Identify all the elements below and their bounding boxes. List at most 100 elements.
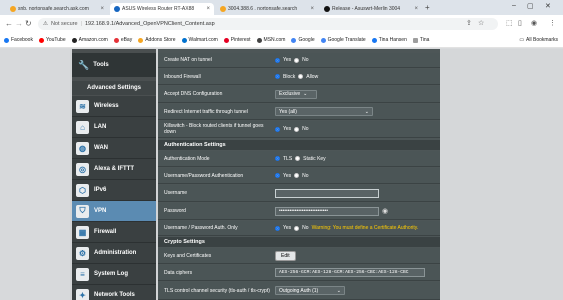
chevron-down-icon: ⌄	[303, 91, 308, 97]
userpass-auth-no-radio[interactable]	[294, 173, 300, 178]
menu-icon[interactable]: ⋮	[549, 19, 556, 27]
sidebar-item-administration[interactable]: ⚙ Administration	[72, 243, 156, 264]
sidebar-item-label: IPv6	[94, 187, 107, 193]
userpass-only-no-radio[interactable]	[294, 225, 300, 231]
maximize-icon[interactable]: ▢	[527, 2, 534, 10]
auth-mode-tls-radio[interactable]	[275, 156, 280, 161]
sidebar-item-network-tools[interactable]: ✦ Network Tools	[72, 285, 156, 300]
userpass-auth-yes-radio[interactable]	[275, 173, 280, 178]
sidebar-item-vpn[interactable]: ⛉ VPN	[72, 201, 156, 222]
data-ciphers-input[interactable]: AES-256-GCM:AES-128-GCM:AES-256-CBC:AES-…	[275, 268, 425, 277]
sidebar-item-tools[interactable]: 🔧 Tools	[72, 53, 156, 77]
radio-label: No	[302, 57, 309, 63]
redirect-traffic-row: Redirect Internet traffic through tunnel…	[158, 104, 440, 120]
field-value: Exclusive ⌄	[275, 89, 440, 99]
eye-toggle-icon[interactable]: ◉	[382, 207, 388, 215]
bookmark-item[interactable]: Amazon.com	[71, 37, 108, 43]
sidebar-item-ipv6[interactable]: ⬡ IPv6	[72, 180, 156, 201]
close-tab-icon[interactable]: ×	[310, 6, 314, 12]
youtube-icon	[38, 37, 44, 43]
facebook-icon	[371, 37, 377, 43]
sidebar-item-label: Network Tools	[94, 292, 135, 298]
address-bar[interactable]: ⚠ Not secure | 192.168.9.1/Advanced_Open…	[38, 18, 498, 30]
reload-icon[interactable]: ↻	[25, 19, 32, 28]
sidebar-item-wan[interactable]: ◍ WAN	[72, 138, 156, 159]
field-value: TLS Static Key	[275, 156, 440, 162]
profile-icon[interactable]: ◉	[531, 19, 537, 27]
bookmark-item[interactable]: MSN.com	[256, 37, 285, 43]
bookmark-label: Tina Hansen	[378, 37, 407, 43]
create-nat-yes-radio[interactable]	[275, 57, 280, 63]
bookmark-star-icon[interactable]: ☆	[478, 19, 484, 27]
firewall-block-radio[interactable]	[275, 74, 280, 79]
vpn-icon: ⛉	[76, 204, 89, 218]
extensions-icon[interactable]: ⬚	[506, 19, 513, 27]
browser-tab-4[interactable]: Release - Asuswrt-Merlin 3004 ×	[320, 3, 422, 15]
edit-keys-button[interactable]: Edit	[275, 250, 296, 261]
walmart-icon	[181, 37, 187, 43]
field-label: Create NAT on tunnel	[164, 57, 212, 63]
back-icon[interactable]: ←	[5, 19, 13, 28]
browser-tab-1[interactable]: snb. nortonsafe.search.ask.com ×	[6, 3, 108, 15]
sidebar-item-system-log[interactable]: ≡ System Log	[72, 264, 156, 285]
radio-label: Yes	[283, 57, 292, 63]
sidepanel-icon[interactable]: ▯	[518, 19, 522, 27]
sidebar-item-alexa[interactable]: ◎ Alexa & IFTTT	[72, 159, 156, 180]
killswitch-yes-radio[interactable]	[275, 126, 280, 132]
sidebar-item-wireless[interactable]: ≋ Wireless	[72, 96, 156, 117]
bookmark-item[interactable]: Facebook	[4, 37, 33, 43]
auth-mode-static-radio[interactable]	[295, 156, 301, 161]
create-nat-no-radio[interactable]	[294, 57, 300, 63]
share-icon[interactable]: ⇪	[466, 19, 472, 27]
bookmark-item[interactable]: Google	[291, 37, 315, 43]
radio-label: TLS	[283, 155, 293, 162]
sidebar-item-label: Wireless	[94, 103, 119, 109]
warning-icon: ⚠	[43, 21, 48, 27]
close-window-icon[interactable]: ✕	[545, 2, 551, 10]
field-value: Yes (all) ⌄	[275, 107, 440, 116]
auth-mode-row: Authentication Mode TLS Static Key	[158, 151, 440, 167]
bookmark-item[interactable]: Pinterest	[223, 37, 251, 43]
bookmark-item[interactable]: Tina	[412, 37, 429, 43]
close-tab-icon[interactable]: ×	[206, 6, 210, 12]
browser-tab-3[interactable]: 3004.388.6 . nortonsafe.search ×	[216, 3, 318, 15]
bookmark-item[interactable]: eBay	[113, 37, 132, 43]
bookmark-item[interactable]: Tina Hansen	[371, 37, 407, 43]
bookmark-item[interactable]: Addons Store	[138, 37, 176, 43]
lan-icon: ⌂	[76, 120, 89, 134]
close-tab-icon[interactable]: ×	[414, 6, 418, 12]
minimize-icon[interactable]: –	[512, 2, 516, 9]
field-value: Yes No	[275, 57, 440, 63]
tls-control-select[interactable]: Outgoing Auth (1) ⌄	[275, 286, 345, 295]
forward-icon[interactable]: →	[15, 19, 23, 28]
all-bookmarks-button[interactable]: ▭ All Bookmarks	[519, 37, 558, 43]
username-input[interactable]	[275, 188, 379, 198]
killswitch-no-radio[interactable]	[294, 126, 300, 132]
new-tab-button[interactable]: +	[425, 3, 430, 12]
translate-icon	[320, 37, 326, 43]
firewall-allow-radio[interactable]	[298, 74, 304, 79]
username-row: Username	[158, 185, 440, 202]
redirect-traffic-select[interactable]: Yes (all) ⌄	[275, 107, 373, 116]
radio-label: Yes	[283, 172, 292, 179]
ebay-icon	[113, 37, 119, 43]
close-tab-icon[interactable]: ×	[100, 6, 104, 12]
sidebar-item-firewall[interactable]: ▦ Firewall	[72, 222, 156, 243]
sidebar-item-label: WAN	[94, 145, 108, 151]
bookmark-item[interactable]: Google Translate	[320, 37, 366, 43]
userpass-only-yes-radio[interactable]	[275, 225, 280, 231]
globe-icon: ◍	[76, 141, 89, 155]
password-input[interactable]: ••••••••••••••••••••••••••••	[275, 206, 379, 216]
bookmark-item[interactable]: YouTube	[38, 37, 66, 43]
addons-icon	[138, 37, 144, 43]
sidebar-item-lan[interactable]: ⌂ LAN	[72, 117, 156, 138]
sidebar-item-label: System Log	[94, 271, 129, 277]
bookmark-item[interactable]: Walmart.com	[181, 37, 218, 43]
accept-dns-select[interactable]: Exclusive ⌄	[275, 89, 317, 99]
divider: |	[80, 21, 82, 27]
radio-label: Static Key	[303, 155, 326, 162]
alexa-icon: ◎	[76, 162, 89, 176]
browser-tab-2[interactable]: ASUS Wireless Router RT-AX88 ×	[110, 3, 214, 15]
pinterest-icon	[223, 37, 229, 43]
select-value: Yes (all)	[279, 108, 297, 115]
